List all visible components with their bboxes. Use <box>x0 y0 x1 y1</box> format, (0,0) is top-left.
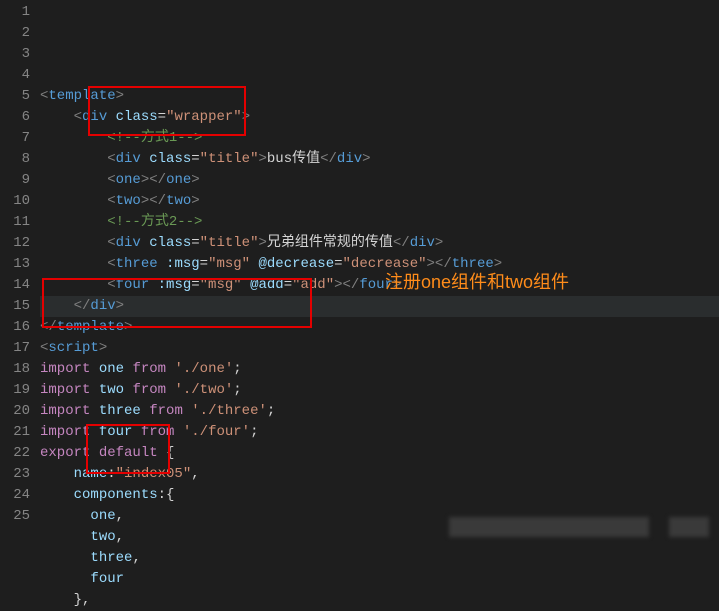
line-number: 11 <box>0 212 30 233</box>
code-line[interactable]: <div class="title">bus传值</div> <box>40 149 719 170</box>
smudge <box>449 517 649 537</box>
line-number: 25 <box>0 506 30 527</box>
code-line[interactable]: <!--方式1--> <box>40 128 719 149</box>
line-number: 12 <box>0 233 30 254</box>
line-number: 18 <box>0 359 30 380</box>
line-number: 13 <box>0 254 30 275</box>
line-number: 23 <box>0 464 30 485</box>
code-line[interactable]: </template> <box>40 317 719 338</box>
code-line[interactable]: <div class="title">兄弟组件常规的传值</div> <box>40 233 719 254</box>
code-line[interactable]: <!--方式2--> <box>40 212 719 233</box>
code-line[interactable]: name:"index05", <box>40 464 719 485</box>
code-line[interactable]: }, <box>40 590 719 611</box>
current-line-highlight <box>40 296 719 317</box>
code-line[interactable]: <template> <box>40 86 719 107</box>
line-number: 8 <box>0 149 30 170</box>
line-number: 1 <box>0 2 30 23</box>
line-number: 2 <box>0 23 30 44</box>
annotation-text: 注册one组件和two组件 <box>385 272 569 293</box>
line-number: 14 <box>0 275 30 296</box>
code-line[interactable]: <four :msg="msg" @add="add"></four> <box>40 275 719 296</box>
line-number: 19 <box>0 380 30 401</box>
code-line[interactable]: export default { <box>40 443 719 464</box>
line-number: 16 <box>0 317 30 338</box>
line-number-gutter: 1234567891011121314151617181920212223242… <box>0 0 40 543</box>
line-number: 10 <box>0 191 30 212</box>
line-number: 6 <box>0 107 30 128</box>
line-number: 7 <box>0 128 30 149</box>
line-number: 5 <box>0 86 30 107</box>
code-area[interactable]: 注册one组件和two组件 <template> <div class="wra… <box>40 0 719 543</box>
line-number: 21 <box>0 422 30 443</box>
code-line[interactable]: components:{ <box>40 485 719 506</box>
code-line[interactable]: <three :msg="msg" @decrease="decrease"><… <box>40 254 719 275</box>
code-line[interactable]: <one></one> <box>40 170 719 191</box>
line-number: 20 <box>0 401 30 422</box>
code-line[interactable]: <div class="wrapper"> <box>40 107 719 128</box>
line-number: 4 <box>0 65 30 86</box>
code-line[interactable]: import two from './two'; <box>40 380 719 401</box>
line-number: 17 <box>0 338 30 359</box>
code-line[interactable]: three, <box>40 548 719 569</box>
code-line[interactable]: import one from './one'; <box>40 359 719 380</box>
code-line[interactable]: four <box>40 569 719 590</box>
code-editor[interactable]: 1234567891011121314151617181920212223242… <box>0 0 719 543</box>
line-number: 3 <box>0 44 30 65</box>
code-line[interactable]: <two></two> <box>40 191 719 212</box>
code-line[interactable]: import four from './four'; <box>40 422 719 443</box>
line-number: 15 <box>0 296 30 317</box>
code-line[interactable]: import three from './three'; <box>40 401 719 422</box>
smudge <box>669 517 709 537</box>
code-line[interactable]: <script> <box>40 338 719 359</box>
line-number: 24 <box>0 485 30 506</box>
line-number: 22 <box>0 443 30 464</box>
line-number: 9 <box>0 170 30 191</box>
